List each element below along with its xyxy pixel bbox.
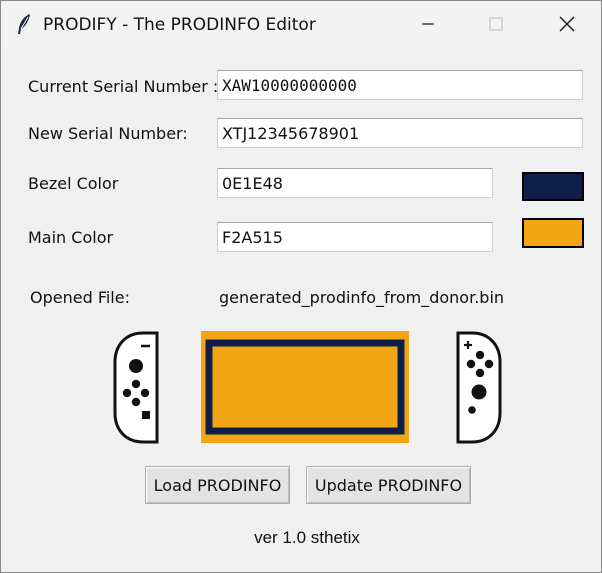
- main-color-input[interactable]: F2A515: [217, 222, 493, 252]
- bezel-color-input[interactable]: 0E1E48: [217, 168, 493, 198]
- maximize-button[interactable]: [461, 1, 531, 47]
- bezel-color-swatch[interactable]: [522, 172, 584, 201]
- bezel-color-label: Bezel Color: [28, 174, 119, 193]
- version-label: ver 1.0 sthetix: [254, 528, 360, 547]
- minimize-icon: [422, 23, 434, 25]
- load-prodinfo-button[interactable]: Load PRODINFO: [145, 466, 290, 504]
- opened-file-label: Opened File:: [30, 288, 130, 307]
- main-color-swatch[interactable]: [522, 218, 584, 248]
- opened-file-name: generated_prodinfo_from_donor.bin: [219, 288, 505, 307]
- left-joycon-icon: [113, 331, 159, 444]
- title-bar[interactable]: PRODIFY - The PRODINFO Editor: [1, 1, 601, 47]
- close-button[interactable]: [531, 1, 601, 47]
- app-window: PRODIFY - The PRODINFO Editor Current Se…: [0, 0, 602, 573]
- right-joycon-icon: [456, 331, 502, 444]
- current-serial-label: Current Serial Number :: [28, 77, 219, 96]
- new-serial-label: New Serial Number:: [28, 124, 188, 143]
- feather-icon: [18, 14, 30, 34]
- main-color-label: Main Color: [28, 228, 114, 247]
- minimize-button[interactable]: [393, 1, 463, 47]
- close-icon: [559, 16, 575, 32]
- update-prodinfo-button[interactable]: Update PRODINFO: [306, 466, 471, 504]
- new-serial-input[interactable]: XTJ12345678901: [217, 118, 583, 148]
- switch-console-icon: [201, 331, 409, 443]
- window-title: PRODIFY - The PRODINFO Editor: [43, 15, 316, 35]
- current-serial-field[interactable]: XAW10000000000: [217, 70, 583, 100]
- maximize-icon: [489, 17, 503, 31]
